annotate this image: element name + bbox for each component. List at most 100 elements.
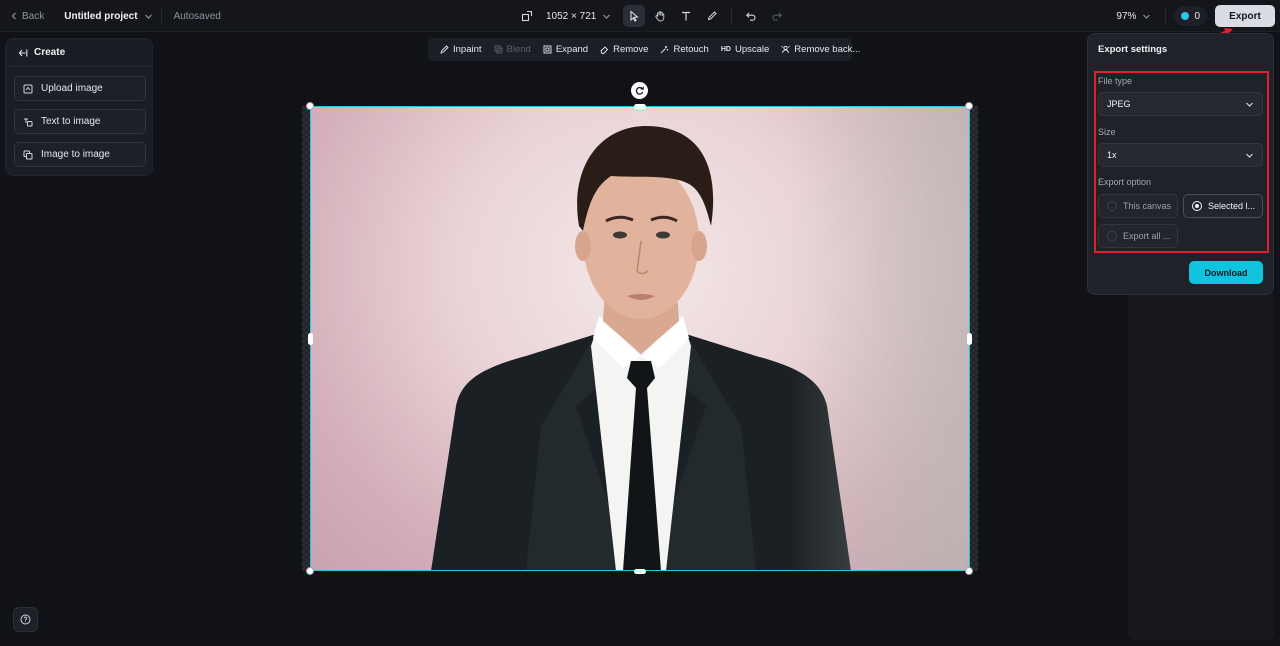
resize-handle-bottom-left[interactable] [306,567,314,575]
credit-icon [1181,12,1190,20]
right-side-panel [1128,290,1274,640]
expand-tool[interactable]: Expand [537,44,594,55]
size-label: Size [1098,127,1116,137]
text-to-image-label: Text to image [41,116,101,127]
upload-image-button[interactable]: Upload image [14,76,146,101]
text-icon [680,10,692,22]
top-right-group: 97% 0 Export [1116,5,1275,27]
redo-button[interactable] [766,5,788,27]
radio-selected-icon [1192,201,1202,211]
upload-image-icon [23,84,33,94]
size-select[interactable]: 1x [1098,143,1263,167]
export-option-label: Export option [1098,177,1152,187]
divider [731,9,733,23]
inpaint-tool[interactable]: Inpaint [434,44,488,55]
zoom-dropdown[interactable]: 97% [1116,11,1151,22]
cursor-icon [628,10,640,22]
brush-icon [440,45,449,54]
resize-handle-top[interactable] [634,104,646,109]
back-button[interactable]: Back [10,11,44,22]
retouch-label: Retouch [673,44,709,55]
export-button[interactable]: Export [1215,5,1275,27]
hand-tool-button[interactable] [649,5,671,27]
redo-icon [771,10,783,22]
blend-tool[interactable]: Blend [488,44,537,55]
blend-label: Blend [506,44,531,55]
remove-background-icon [781,45,791,54]
create-panel: Create Upload image Text to image Image … [5,38,153,176]
canvas-tools: 1052 × 721 [516,5,788,27]
radio-icon [1107,201,1117,211]
radio-icon [1107,231,1117,241]
blend-icon [494,45,503,54]
chevron-down-icon [144,12,153,21]
portrait-image[interactable] [311,106,969,571]
eraser-icon [600,45,609,54]
upload-image-label: Upload image [41,83,103,94]
select-tool-button[interactable] [623,5,646,27]
resize-handle-bottom-right[interactable] [965,567,973,575]
divider [160,9,162,23]
resize-handle-top-right[interactable] [965,102,973,110]
collapse-panel-icon [18,48,28,58]
pen-icon [706,10,718,22]
help-button[interactable] [13,607,38,632]
canvas-size-dropdown[interactable]: 1052 × 721 [542,11,619,22]
credits-count: 0 [1194,10,1200,22]
inpaint-label: Inpaint [453,44,482,55]
chevron-down-icon [1245,100,1254,109]
project-title-dropdown[interactable]: Untitled project [64,11,152,22]
download-button[interactable]: Download [1189,261,1263,284]
canvas-size-value: 1052 × 721 [546,10,597,22]
create-panel-header[interactable]: Create [6,39,152,67]
export-settings-title: Export settings [1098,44,1168,55]
top-bar: Back Untitled project Autosaved 1052 × 7… [0,0,1280,32]
resize-handle-top-left[interactable] [306,102,314,110]
undo-button[interactable] [740,5,762,27]
file-type-select[interactable]: JPEG [1098,92,1263,116]
resize-handle-left[interactable] [308,333,313,345]
chevron-left-icon [10,12,18,20]
option-this-canvas[interactable]: This canvas [1098,194,1178,218]
remove-background-label: Remove back... [794,44,861,55]
sparkle-icon [660,45,669,54]
canvas-area[interactable] [302,102,978,575]
expand-icon [543,45,552,54]
option-selected-layers-label: Selected l... [1208,201,1256,211]
chevron-down-icon [1245,151,1254,160]
remove-tool[interactable]: Remove [594,44,654,55]
option-this-canvas-label: This canvas [1123,201,1172,211]
resize-icon [521,10,533,22]
text-to-image-icon [23,117,33,127]
remove-background-tool[interactable]: Remove back... [775,44,866,55]
chevron-down-icon [1142,12,1151,21]
resize-handle-right[interactable] [967,333,972,345]
text-to-image-button[interactable]: Text to image [14,109,146,134]
draw-tool-button[interactable] [701,5,723,27]
export-settings-panel: Export settings File type JPEG Size 1x E… [1087,33,1274,295]
option-export-all-label: Export all ... [1123,231,1171,241]
top-left-group: Back Untitled project Autosaved [10,0,221,32]
image-to-image-icon [23,150,33,160]
option-selected-layers[interactable]: Selected l... [1183,194,1263,218]
hd-icon: HD [720,46,731,53]
zoom-value: 97% [1116,10,1137,22]
image-to-image-button[interactable]: Image to image [14,142,146,167]
back-label: Back [22,10,45,22]
portrait-illustration [431,126,851,571]
option-export-all[interactable]: Export all ... [1098,224,1178,248]
image-edit-toolbar: Inpaint Blend Expand Remove Retouch HD U… [428,38,860,61]
rotate-icon [634,85,645,96]
credits-badge[interactable]: 0 [1174,6,1207,26]
retouch-tool[interactable]: Retouch [654,44,714,55]
project-title: Untitled project [64,10,138,22]
upscale-tool[interactable]: HD Upscale [715,44,775,55]
text-tool-button[interactable] [675,5,697,27]
image-to-image-label: Image to image [41,149,110,160]
hand-icon [654,10,666,22]
rotate-handle[interactable] [631,82,648,99]
expand-label: Expand [555,44,589,55]
upscale-label: Upscale [734,44,770,55]
resize-handle-bottom[interactable] [634,569,646,574]
resize-canvas-button[interactable] [516,5,538,27]
